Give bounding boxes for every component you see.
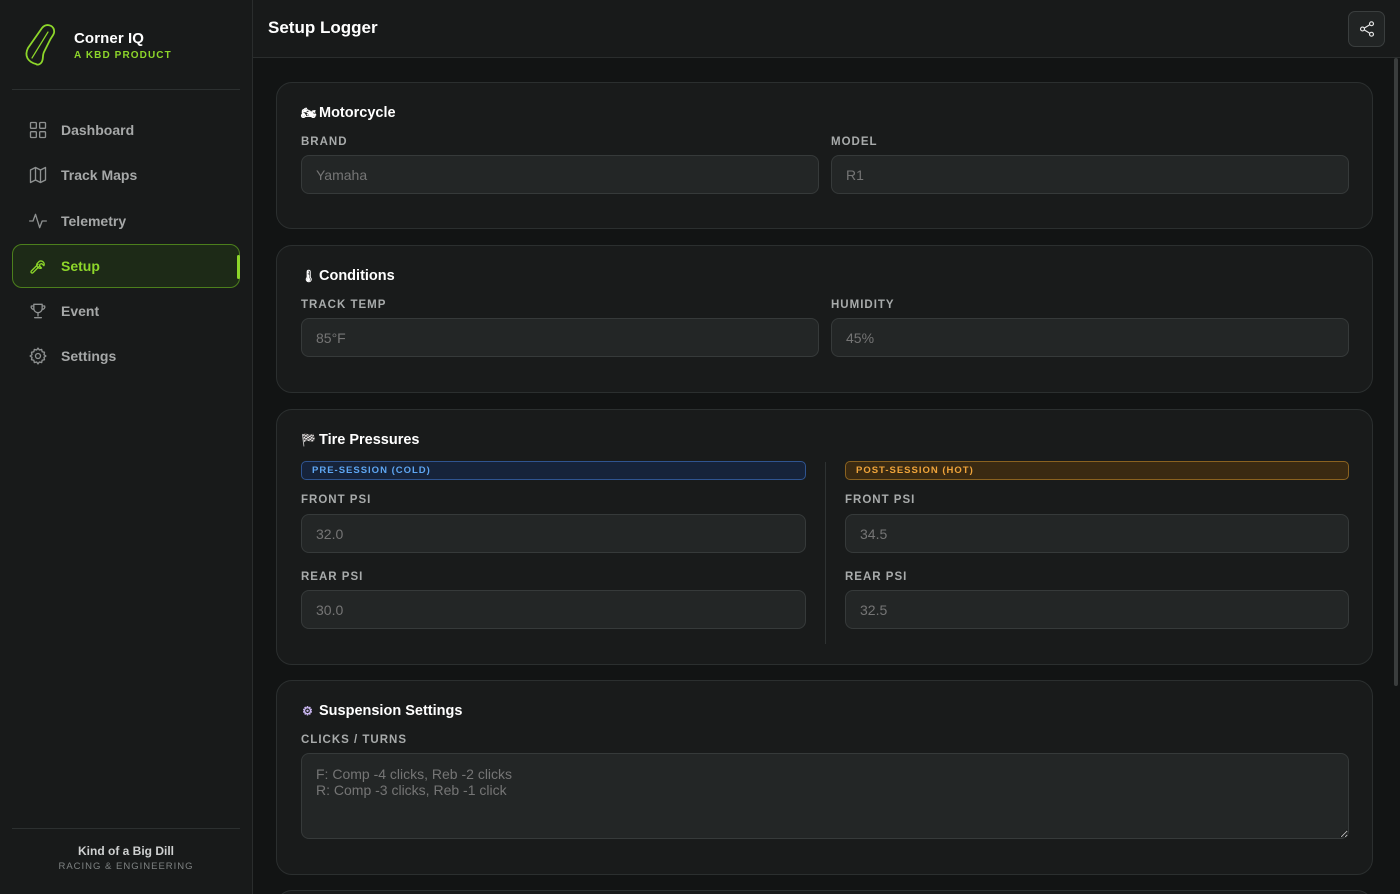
post-front-psi-input[interactable] xyxy=(845,514,1349,553)
gear-icon: ⚙ xyxy=(302,704,313,718)
divider xyxy=(12,828,240,829)
nav-item-event[interactable]: Event xyxy=(12,289,240,333)
brand-label: BRAND xyxy=(301,136,348,148)
brand[interactable]: Corner IQ A KBD PRODUCT xyxy=(22,22,172,68)
post-rear-psi-input[interactable] xyxy=(845,590,1349,629)
pre-front-psi-input[interactable] xyxy=(301,514,806,553)
nav-item-setup[interactable]: Setup xyxy=(12,243,240,288)
track-temp-label: TRACK TEMP xyxy=(301,299,387,311)
next-card xyxy=(276,890,1373,894)
suspension-card: ⚙ Suspension Settings CLICKS / TURNS xyxy=(276,680,1373,875)
footer-subtitle: RACING & ENGINEERING xyxy=(58,861,194,872)
track-logo-icon xyxy=(25,24,56,66)
conditions-card: 🌡 Conditions TRACK TEMP HUMIDITY xyxy=(276,245,1373,393)
gear-icon xyxy=(29,347,47,366)
nav-label: Track Maps xyxy=(61,167,138,184)
nav-label: Settings xyxy=(61,348,117,365)
main-content: 🏍 Motorcycle BRAND MODEL 🌡 Conditions TR… xyxy=(253,58,1400,894)
nav-item-track-maps[interactable]: Track Maps xyxy=(12,153,240,197)
activity-icon xyxy=(29,213,47,228)
motorcycle-card: 🏍 Motorcycle BRAND MODEL xyxy=(276,82,1373,229)
pre-session-badge: PRE-SESSION (COLD) xyxy=(301,461,806,480)
footer-title: Kind of a Big Dill xyxy=(78,844,174,858)
grid-icon xyxy=(29,121,47,139)
brand-input[interactable] xyxy=(301,155,819,194)
share-icon xyxy=(1359,21,1374,37)
nav-item-settings[interactable]: Settings xyxy=(12,334,240,378)
share-button[interactable] xyxy=(1348,11,1385,47)
thermometer-icon: 🌡 xyxy=(301,269,317,283)
motorcycle-title: Motorcycle xyxy=(319,105,396,121)
clicks-turns-label: CLICKS / TURNS xyxy=(301,734,407,746)
tire-pressures-card: 🏁 Tire Pressures PRE-SESSION (COLD) FRON… xyxy=(276,409,1373,665)
sidebar-footer: Kind of a Big Dill RACING & ENGINEERING xyxy=(0,844,252,872)
pre-rear-label: REAR PSI xyxy=(301,571,364,583)
pre-rear-psi-input[interactable] xyxy=(301,590,806,629)
suspension-textarea[interactable] xyxy=(301,753,1349,839)
column-divider xyxy=(825,462,826,644)
post-front-label: FRONT PSI xyxy=(845,494,916,506)
humidity-input[interactable] xyxy=(831,318,1349,357)
conditions-title: Conditions xyxy=(319,268,395,284)
map-icon xyxy=(29,167,47,184)
page-title: Setup Logger xyxy=(268,18,378,37)
pre-front-label: FRONT PSI xyxy=(301,494,372,506)
trophy-icon xyxy=(30,303,46,319)
card-title: 🏍 Motorcycle xyxy=(301,105,396,121)
post-session-badge: POST-SESSION (HOT) xyxy=(845,461,1349,480)
nav-label: Event xyxy=(61,303,100,320)
model-label: MODEL xyxy=(831,136,878,148)
sidebar: Corner IQ A KBD PRODUCT Dashboard Track … xyxy=(0,0,253,894)
nav-item-dashboard[interactable]: Dashboard xyxy=(12,108,240,152)
motorcycle-icon: 🏍 xyxy=(301,106,317,120)
nav-label: Telemetry xyxy=(61,212,127,229)
checkered-flag-icon: 🏁 xyxy=(301,433,316,447)
card-title: ⚙ Suspension Settings xyxy=(301,703,462,719)
model-input[interactable] xyxy=(831,155,1349,194)
scrollbar[interactable] xyxy=(1394,58,1398,686)
card-title: 🌡 Conditions xyxy=(301,268,395,284)
nav-item-telemetry[interactable]: Telemetry xyxy=(12,199,240,243)
wrench-icon xyxy=(30,260,45,274)
top-bar: Setup Logger xyxy=(253,0,1400,58)
brand-name: Corner IQ xyxy=(74,29,145,47)
humidity-label: HUMIDITY xyxy=(831,299,895,311)
tire-pressures-title: Tire Pressures xyxy=(319,432,420,448)
track-temp-input[interactable] xyxy=(301,318,819,357)
card-title: 🏁 Tire Pressures xyxy=(301,432,420,448)
main-nav: Dashboard Track Maps Telemetry Setup Eve… xyxy=(12,108,240,380)
post-rear-label: REAR PSI xyxy=(845,571,908,583)
brand-tagline: A KBD PRODUCT xyxy=(74,49,172,61)
nav-label: Dashboard xyxy=(61,122,135,138)
nav-label: Setup xyxy=(61,257,100,274)
divider xyxy=(12,89,240,90)
suspension-title: Suspension Settings xyxy=(319,703,463,719)
